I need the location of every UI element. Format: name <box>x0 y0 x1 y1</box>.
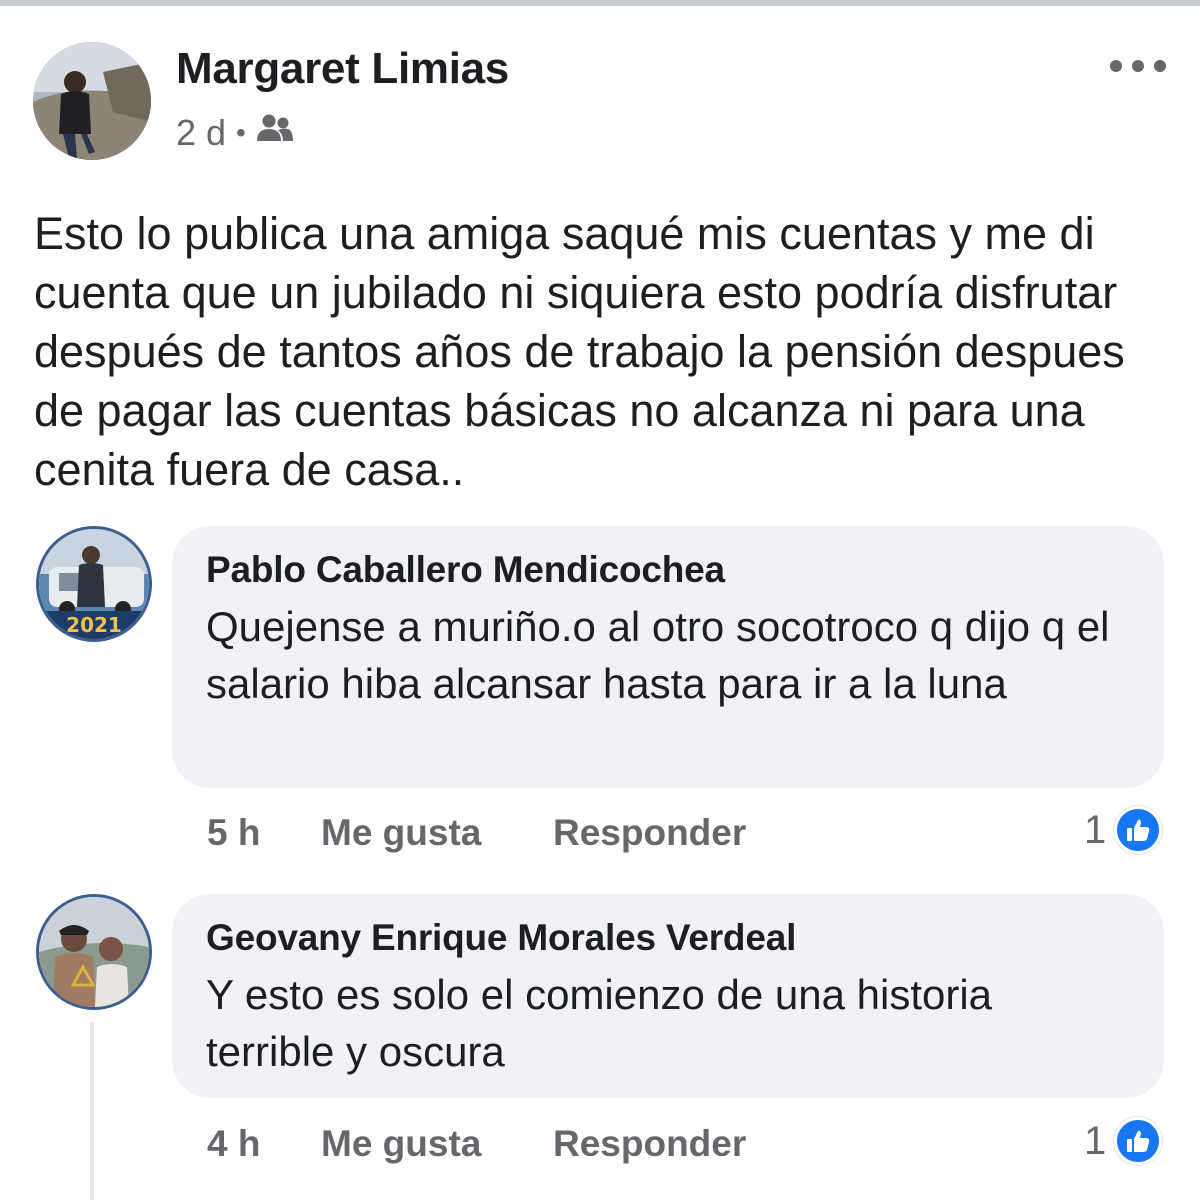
reaction-count: 1 <box>1084 1118 1107 1163</box>
like-button[interactable]: Me gusta <box>321 1123 553 1165</box>
comment-author-name[interactable]: Pablo Caballero Mendicochea <box>206 546 1130 594</box>
comment-bubble: Geovany Enrique Morales Verdeal Y esto e… <box>172 894 1164 1098</box>
comment-author-name[interactable]: Geovany Enrique Morales Verdeal <box>206 914 1130 962</box>
thumbs-up-icon <box>1114 806 1163 854</box>
post-meta: 2 d • <box>176 108 294 158</box>
reply-button[interactable]: Responder <box>553 812 746 854</box>
reaction-summary[interactable]: 1 <box>1084 800 1163 860</box>
separator-dot: • <box>236 117 246 148</box>
comment-actions: 4 h Me gusta Responder <box>207 1114 746 1174</box>
post-author-name[interactable]: Margaret Limias <box>176 44 509 94</box>
comment-text: Y esto es solo el comienzo de una histor… <box>206 971 993 1075</box>
like-button[interactable]: Me gusta <box>321 812 553 854</box>
post-body-text: Esto lo publica una amiga saqué mis cuen… <box>34 208 1125 495</box>
reply-button[interactable]: Responder <box>553 1123 746 1165</box>
avatar-year-text: 2021 <box>66 613 122 637</box>
more-horizontal-icon[interactable] <box>1110 52 1166 80</box>
comment-timestamp[interactable]: 4 h <box>207 1123 321 1165</box>
friends-icon <box>256 112 294 154</box>
comment-author-avatar[interactable] <box>36 894 152 1010</box>
comment-author-avatar[interactable]: 2021 <box>36 526 152 642</box>
thumbs-up-icon <box>1114 1117 1163 1165</box>
comment-bubble: Pablo Caballero Mendicochea Quejense a m… <box>172 526 1164 788</box>
reaction-summary[interactable]: 1 <box>1084 1111 1163 1171</box>
comment-text: Quejense a muriño.o al otro socotroco q … <box>206 603 1110 707</box>
reaction-count: 1 <box>1084 807 1107 852</box>
comment-actions: 5 h Me gusta Responder <box>207 803 746 863</box>
post-author-avatar[interactable] <box>33 42 151 160</box>
comment-timestamp[interactable]: 5 h <box>207 812 321 854</box>
post-timestamp[interactable]: 2 d <box>176 112 226 154</box>
reply-thread-line <box>90 1022 94 1200</box>
top-divider <box>0 0 1200 6</box>
